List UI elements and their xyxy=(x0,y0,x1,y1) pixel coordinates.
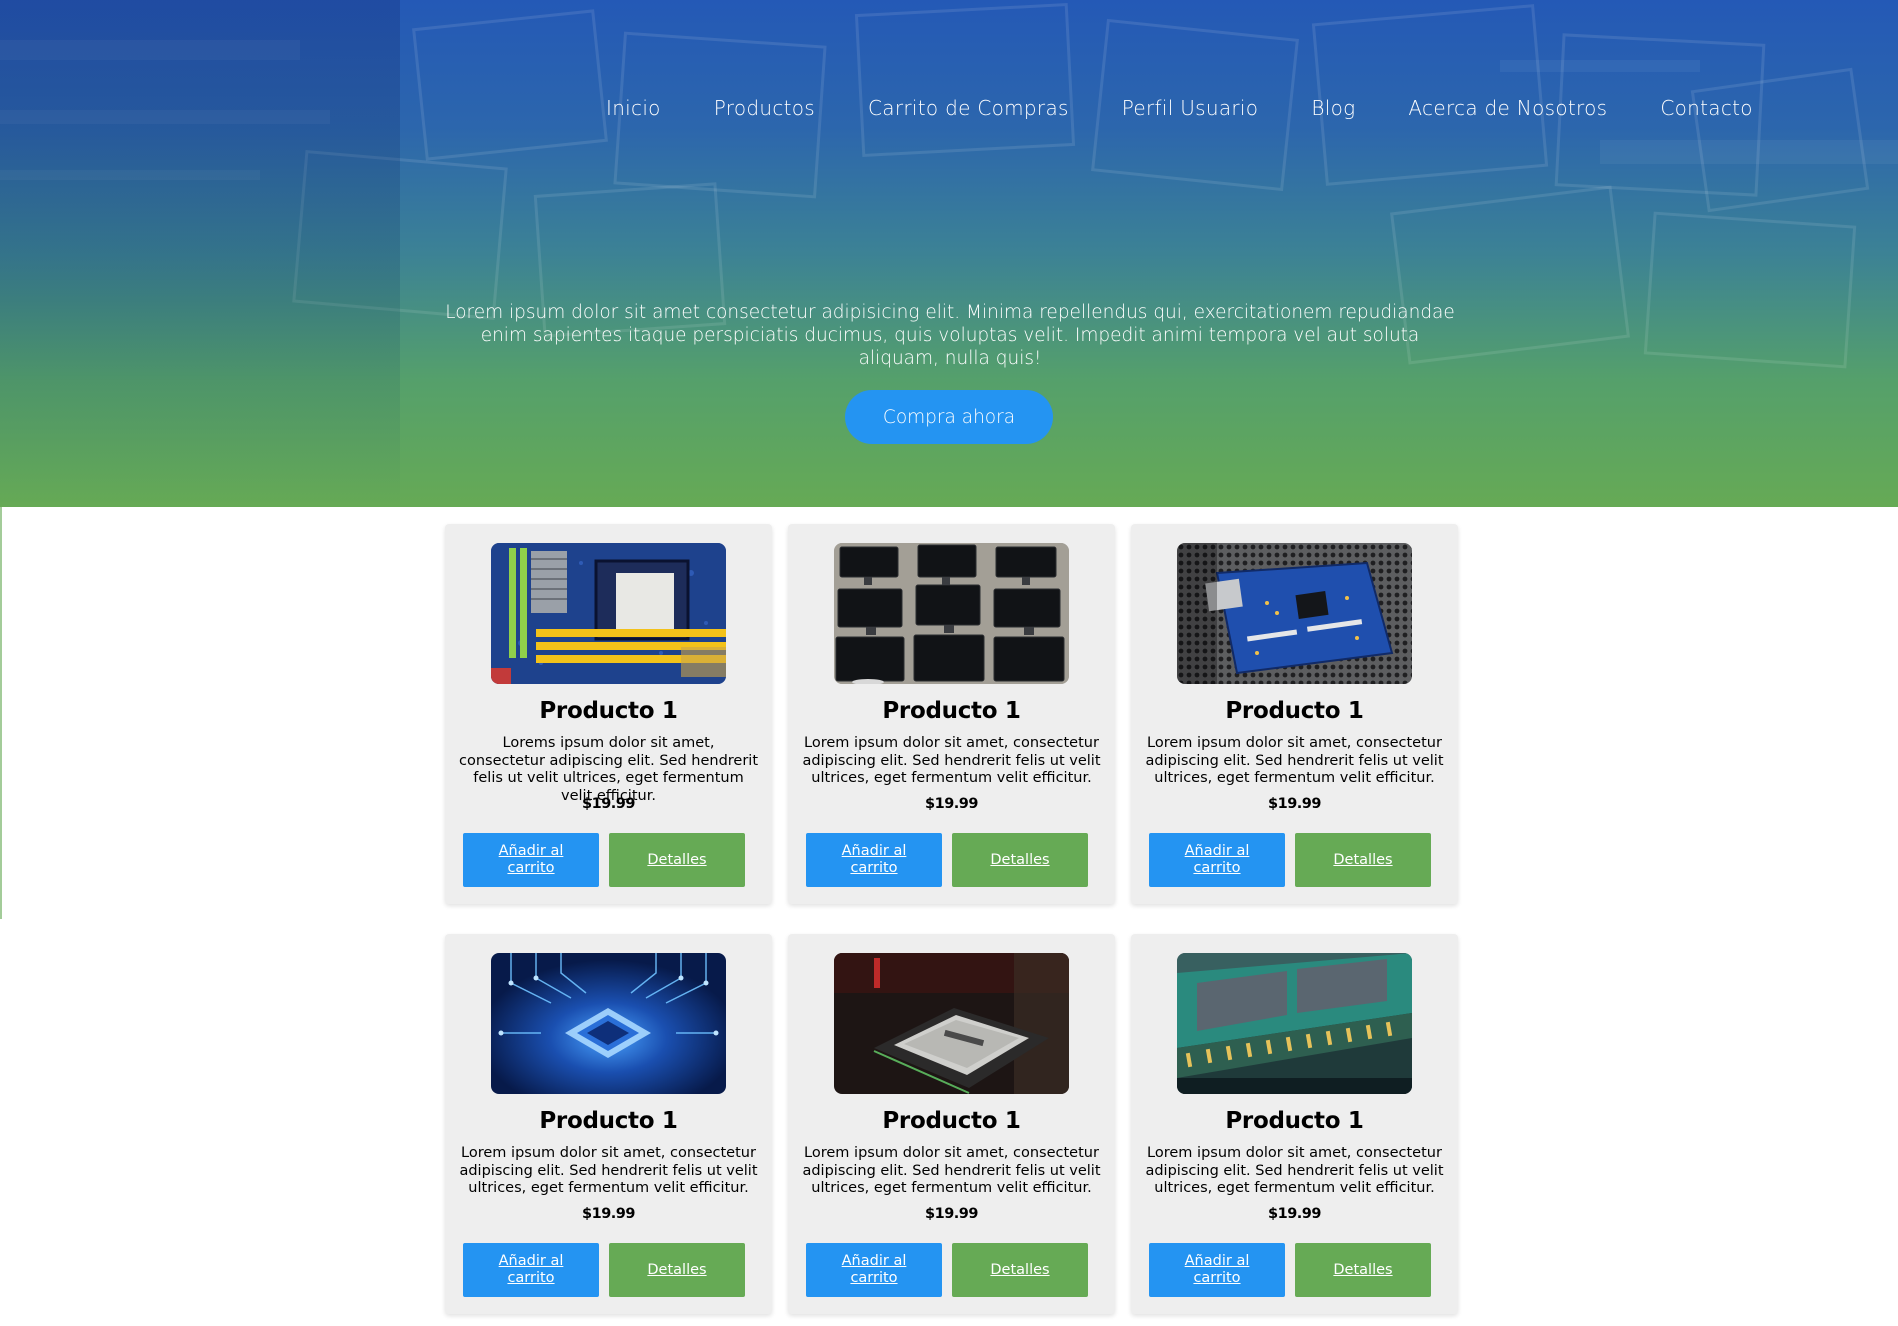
product-description: Lorem ipsum dolor sit amet, consectetur … xyxy=(1145,1145,1444,1196)
buy-now-button[interactable]: Compra ahora xyxy=(845,390,1053,444)
product-price: $19.99 xyxy=(582,796,635,812)
add-to-cart-button[interactable]: Añadir al carrito xyxy=(1149,833,1285,887)
product-grid: Producto 1 Lorems ipsum dolor sit amet, … xyxy=(445,524,1458,1314)
main-nav: Inicio Productos Carrito de Compras Perf… xyxy=(606,96,1753,120)
product-title: Producto 1 xyxy=(539,1108,678,1134)
left-divider xyxy=(0,507,2,919)
nav-acerca[interactable]: Acerca de Nosotros xyxy=(1408,96,1607,120)
hero-banner: Inicio Productos Carrito de Compras Perf… xyxy=(0,0,1898,507)
product-description: Lorem ipsum dolor sit amet, consectetur … xyxy=(802,1145,1101,1196)
nav-contacto[interactable]: Contacto xyxy=(1660,96,1752,120)
details-button[interactable]: Detalles xyxy=(609,1243,745,1297)
product-description: Lorem ipsum dolor sit amet, consectetur … xyxy=(459,1145,758,1196)
add-to-cart-button[interactable]: Añadir al carrito xyxy=(1149,1243,1285,1297)
monitors-image[interactable] xyxy=(834,543,1069,684)
ram-image[interactable] xyxy=(1177,953,1412,1094)
product-card: Producto 1 Lorem ipsum dolor sit amet, c… xyxy=(1131,934,1458,1314)
product-price: $19.99 xyxy=(925,796,978,812)
circuit-board-image[interactable] xyxy=(1177,543,1412,684)
product-price: $19.99 xyxy=(1268,796,1321,812)
product-price: $19.99 xyxy=(1268,1206,1321,1222)
add-to-cart-button[interactable]: Añadir al carrito xyxy=(806,1243,942,1297)
product-price: $19.99 xyxy=(925,1206,978,1222)
hero-left-shade xyxy=(0,0,400,507)
details-button[interactable]: Detalles xyxy=(1295,1243,1431,1297)
product-price: $19.99 xyxy=(582,1206,635,1222)
nav-perfil[interactable]: Perfil Usuario xyxy=(1122,96,1259,120)
product-description: Lorem ipsum dolor sit amet, consectetur … xyxy=(1145,735,1444,786)
details-button[interactable]: Detalles xyxy=(952,833,1088,887)
product-title: Producto 1 xyxy=(539,698,678,724)
product-card: Producto 1 Lorem ipsum dolor sit amet, c… xyxy=(1131,524,1458,904)
product-card: Producto 1 Lorems ipsum dolor sit amet, … xyxy=(445,524,772,904)
nav-productos[interactable]: Productos xyxy=(714,96,815,120)
nav-blog[interactable]: Blog xyxy=(1311,96,1355,120)
details-button[interactable]: Detalles xyxy=(609,833,745,887)
add-to-cart-button[interactable]: Añadir al carrito xyxy=(463,833,599,887)
product-title: Producto 1 xyxy=(882,1108,1021,1134)
nav-carrito[interactable]: Carrito de Compras xyxy=(868,96,1069,120)
add-to-cart-button[interactable]: Añadir al carrito xyxy=(463,1243,599,1297)
product-description: Lorem ipsum dolor sit amet, consectetur … xyxy=(802,735,1101,786)
product-title: Producto 1 xyxy=(1225,698,1364,724)
chip-image[interactable] xyxy=(491,953,726,1094)
product-card: Producto 1 Lorem ipsum dolor sit amet, c… xyxy=(445,934,772,1314)
product-title: Producto 1 xyxy=(1225,1108,1364,1134)
product-description: Lorems ipsum dolor sit amet, consectetur… xyxy=(459,735,759,804)
nav-inicio[interactable]: Inicio xyxy=(606,96,661,120)
cpu-image[interactable] xyxy=(834,953,1069,1094)
hero-description: Lorem ipsum dolor sit amet consectetur a… xyxy=(445,301,1455,369)
product-card: Producto 1 Lorem ipsum dolor sit amet, c… xyxy=(788,524,1115,904)
details-button[interactable]: Detalles xyxy=(952,1243,1088,1297)
details-button[interactable]: Detalles xyxy=(1295,833,1431,887)
product-title: Producto 1 xyxy=(882,698,1021,724)
product-card: Producto 1 Lorem ipsum dolor sit amet, c… xyxy=(788,934,1115,1314)
motherboard-image[interactable] xyxy=(491,543,726,684)
add-to-cart-button[interactable]: Añadir al carrito xyxy=(806,833,942,887)
